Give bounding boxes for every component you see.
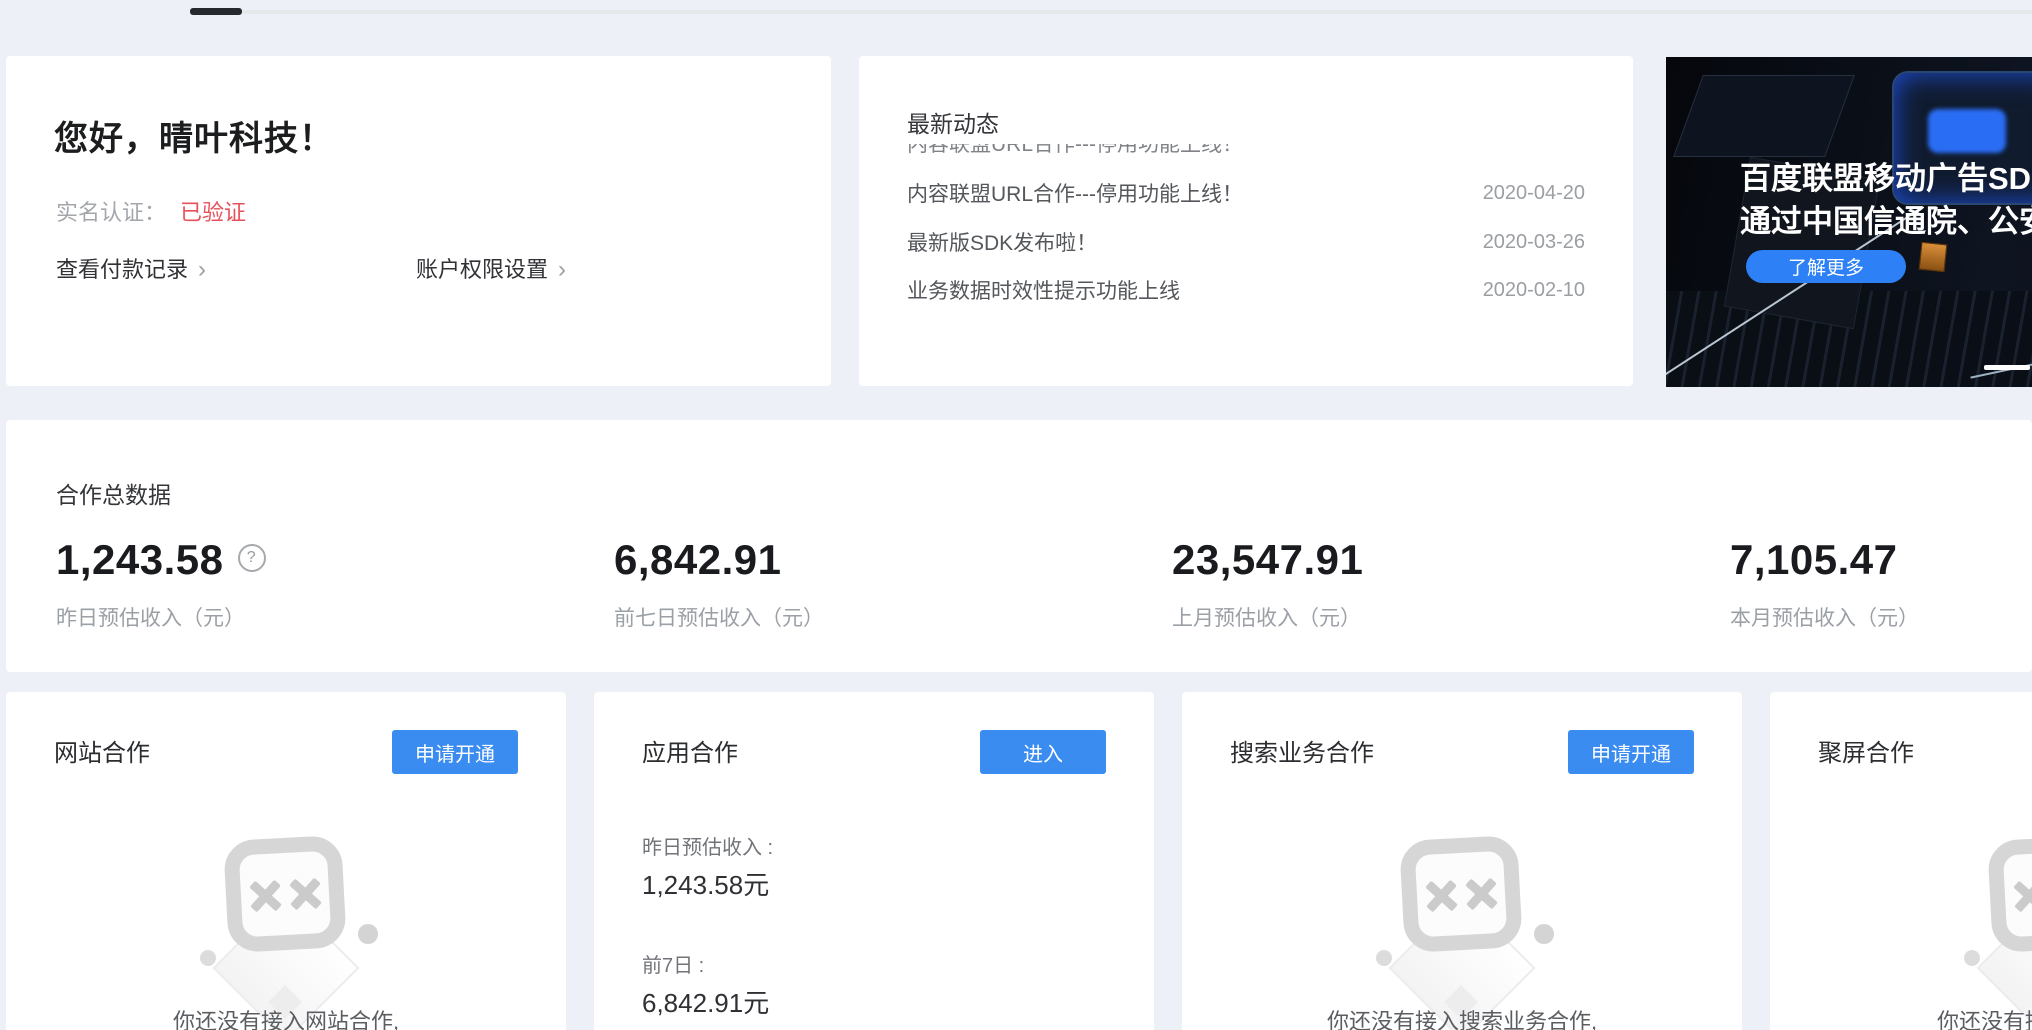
stat-yesterday-income: 1,243.58? 昨日预估收入（元） — [56, 420, 596, 672]
news-item-title: 内容联盟URL合作---停用功能上线！ — [907, 178, 1243, 208]
top-progress-track — [190, 10, 2032, 14]
empty-state-icon — [1370, 832, 1554, 1012]
apply-open-button[interactable]: 申请开通 — [1568, 730, 1694, 774]
news-item[interactable]: 业务数据时效性提示功能上线 2020-02-10 — [907, 271, 1585, 309]
news-item-date: 2020-04-20 — [1483, 182, 1585, 205]
stat-label: 前七日预估收入（元） — [614, 602, 824, 632]
news-item-date: 2020-02-10 — [1483, 279, 1585, 302]
apply-open-button[interactable]: 申请开通 — [392, 730, 518, 774]
welcome-card: 您好，晴叶科技！ 实名认证： 已验证 查看付款记录 › 账户权限设置 › — [6, 56, 831, 386]
news-card: 最新动态 内容联盟URL合作---停用功能上线！ 内容联盟URL合作---停用功… — [859, 56, 1633, 386]
news-item-title: 业务数据时效性提示功能上线 — [907, 275, 1180, 305]
news-item[interactable]: 最新版SDK发布啦！ 2020-03-26 — [907, 223, 1585, 261]
news-item-date: 2020-03-26 — [1483, 231, 1585, 254]
stat-value-text: 1,243.58 — [56, 536, 224, 583]
total-stats-section: 合作总数据 1,243.58? 昨日预估收入（元） 6,842.91 前七日预估… — [6, 420, 2032, 672]
chevron-right-icon: › — [558, 256, 566, 283]
news-item[interactable]: 内容联盟URL合作---停用功能上线！ 2020-04-20 — [907, 174, 1585, 212]
promo-banner[interactable]: 百度联盟移动广告SDK 通过中国信通院、公安部 了解更多 — [1666, 57, 2032, 387]
app-stat-label: 前7日 : — [642, 949, 704, 978]
stat-last7days-income: 6,842.91 前七日预估收入（元） — [614, 420, 1154, 672]
news-item-clipped: 内容联盟URL合作---停用功能上线！ — [907, 144, 1513, 158]
verify-status-badge: 已验证 — [180, 200, 246, 225]
stat-label: 昨日预估收入（元） — [56, 602, 245, 632]
app-coop-card: 应用合作 进入 昨日预估收入 : 1,243.58元 前7日 : 6,842.9… — [594, 692, 1154, 1030]
coop-card-title: 应用合作 — [642, 733, 738, 768]
coop-card-title: 聚屏合作 — [1818, 733, 1914, 768]
empty-state-text: 你还没有接入网站合作, — [6, 1004, 566, 1030]
stat-lastmonth-income: 23,547.91 上月预估收入（元） — [1172, 420, 1712, 672]
stat-value: 1,243.58? — [56, 536, 266, 584]
app-stat-value: 6,842.91元 — [642, 983, 769, 1020]
website-coop-card: 网站合作 申请开通 你还没有接入网站合作, — [6, 692, 566, 1030]
coop-card-title: 网站合作 — [54, 733, 150, 768]
dashboard-page: 您好，晴叶科技！ 实名认证： 已验证 查看付款记录 › 账户权限设置 › 最新动态 内… — [0, 0, 2032, 1030]
enter-button[interactable]: 进入 — [980, 730, 1106, 774]
news-item-clipped-text: 内容联盟URL合作---停用功能上线！ — [907, 144, 1513, 158]
app-stat-value: 1,243.58元 — [642, 865, 769, 902]
news-card-title: 最新动态 — [907, 105, 999, 139]
payment-records-link[interactable]: 查看付款记录 › — [56, 252, 206, 284]
empty-state-text: 你还没有接入搜索业务合作, — [1182, 1004, 1742, 1030]
stat-label: 本月预估收入（元） — [1730, 602, 1919, 632]
banner-headline-line2: 通过中国信通院、公安部 — [1740, 200, 2032, 243]
help-icon[interactable]: ? — [238, 544, 266, 572]
search-coop-card: 搜索业务合作 申请开通 你还没有接入搜索业务合作, — [1182, 692, 1742, 1030]
payment-records-label: 查看付款记录 — [56, 257, 188, 282]
greeting-title: 您好，晴叶科技！ — [54, 111, 334, 160]
stat-value: 6,842.91 — [614, 536, 782, 584]
account-permission-link[interactable]: 账户权限设置 › — [416, 252, 566, 284]
empty-state-icon — [194, 832, 378, 1012]
banner-headline-line1: 百度联盟移动广告SDK — [1740, 157, 2032, 200]
learn-more-button[interactable]: 了解更多 — [1746, 250, 1906, 283]
juping-coop-card: 聚屏合作 你还没有接入聚屏合作, — [1770, 692, 2032, 1030]
carousel-indicator[interactable] — [1984, 365, 2030, 370]
top-progress-thumb[interactable] — [190, 8, 242, 15]
chevron-right-icon: › — [198, 256, 206, 283]
account-permission-label: 账户权限设置 — [416, 257, 548, 282]
stat-thismonth-income: 7,105.47 本月预估收入（元） — [1730, 420, 2032, 672]
stat-value: 7,105.47 — [1730, 536, 1898, 584]
verify-label: 实名认证： — [56, 200, 166, 225]
empty-state-text: 你还没有接入聚屏合作, — [1770, 1004, 2032, 1030]
coop-card-title: 搜索业务合作 — [1230, 733, 1374, 768]
stat-value: 23,547.91 — [1172, 536, 1363, 584]
banner-headline: 百度联盟移动广告SDK 通过中国信通院、公安部 — [1740, 157, 2032, 243]
empty-state-icon — [1958, 832, 2032, 1012]
news-item-title: 最新版SDK发布啦！ — [907, 227, 1097, 257]
banner-cube-decoration — [1673, 75, 1855, 157]
app-stat-label: 昨日预估收入 : — [642, 831, 773, 860]
realname-verify-row: 实名认证： 已验证 — [56, 195, 246, 227]
banner-orange-cube-decoration — [1919, 242, 1948, 273]
stat-label: 上月预估收入（元） — [1172, 602, 1361, 632]
